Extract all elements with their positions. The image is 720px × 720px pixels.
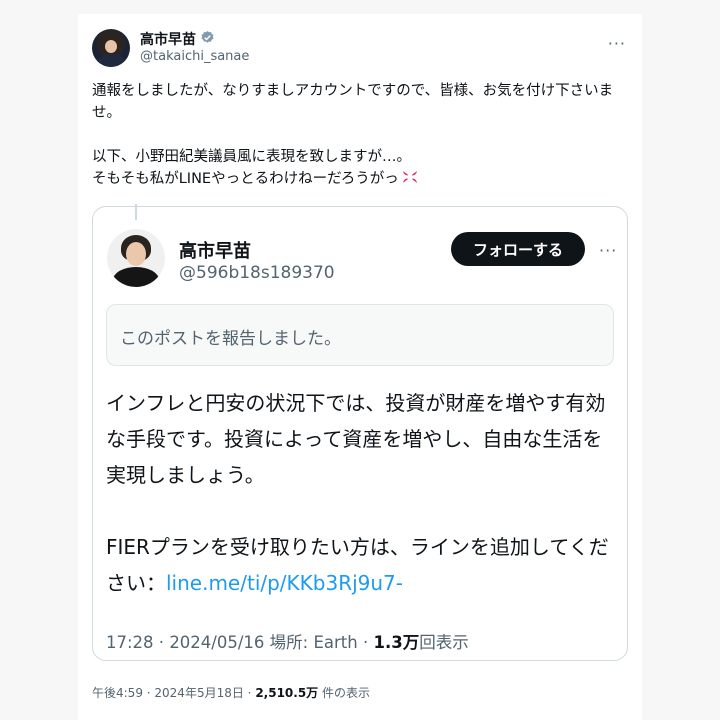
post-text: 通報をしましたが、なりすましアカウントですので、皆様、お気を付け下さいませ。 以… xyxy=(92,80,628,193)
anger-symbol-icon xyxy=(401,168,419,193)
author-handle[interactable]: @takaichi_sanae xyxy=(140,49,249,64)
quoted-link[interactable]: line.me/ti/p/KKb3Rj9u7- xyxy=(166,571,403,595)
post-time[interactable]: 午後4:59 xyxy=(92,686,143,700)
quoted-views-count: 1.3万 xyxy=(373,633,420,652)
report-notice: このポストを報告しました。 xyxy=(106,304,614,366)
quoted-post[interactable]: 高市早苗 @596b18s189370 フォローする ··· このポストを報告し… xyxy=(92,204,628,661)
quoted-body: インフレと円安の状況下では、投資が財産を増やす有効な手段です。投資によって資産を… xyxy=(106,391,609,595)
verified-badge-icon xyxy=(200,30,215,49)
post-body: 通報をしましたが、なりすましアカウントですので、皆様、お気を付け下さいませ。 以… xyxy=(92,83,614,187)
quoted-author-avatar[interactable] xyxy=(107,229,165,287)
quoted-display-name[interactable]: 高市早苗 xyxy=(179,237,251,263)
quoted-handle[interactable]: @596b18s189370 xyxy=(179,263,335,283)
quoted-text: インフレと円安の状況下では、投資が財産を増やす有効な手段です。投資によって資産を… xyxy=(106,385,618,601)
quoted-time[interactable]: 17:28 xyxy=(106,633,154,652)
thread-connector xyxy=(135,204,137,220)
post-meta: 午後4:59 · 2024年5月18日 · 2,510.5万 件の表示 xyxy=(92,686,371,700)
follow-button[interactable]: フォローする xyxy=(451,232,585,266)
author-name-row: 高市早苗 xyxy=(140,29,215,49)
quoted-location: 場所: Earth xyxy=(269,633,358,652)
quoted-more-options-icon[interactable]: ··· xyxy=(599,241,617,260)
author-avatar[interactable] xyxy=(92,29,130,67)
report-notice-text: このポストを報告しました。 xyxy=(120,329,341,349)
post-date[interactable]: 2024年5月18日 xyxy=(154,686,243,700)
post-views-count: 2,510.5万 xyxy=(255,686,319,700)
more-options-icon[interactable]: ··· xyxy=(608,34,626,53)
quoted-meta: 17:28 · 2024/05/16 場所: Earth · 1.3万回表示 xyxy=(106,633,469,652)
quoted-date[interactable]: 2024/05/16 xyxy=(169,633,264,652)
author-display-name[interactable]: 高市早苗 xyxy=(140,29,196,49)
post-views-label: 件の表示 xyxy=(322,686,371,700)
quoted-views-label: 回表示 xyxy=(419,633,469,652)
post-card: 高市早苗 @takaichi_sanae ··· 通報をしましたが、なりすましア… xyxy=(78,14,642,720)
